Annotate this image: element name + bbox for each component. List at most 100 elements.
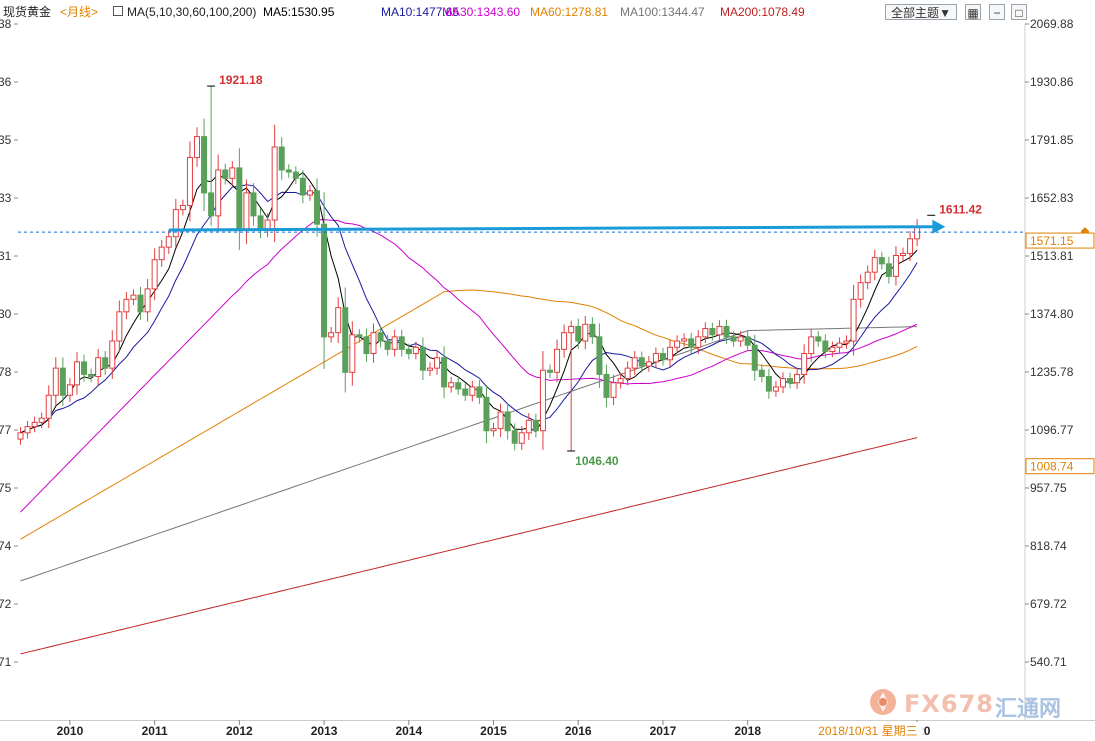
candle-body[interactable] (179, 204, 186, 211)
candle-body[interactable] (582, 323, 589, 342)
candle-body[interactable] (779, 378, 786, 388)
candle-body[interactable] (441, 357, 448, 388)
candle-body[interactable] (102, 357, 109, 369)
candle-body[interactable] (695, 336, 702, 348)
candle-body[interactable] (405, 348, 412, 355)
candle-body[interactable] (815, 336, 822, 342)
candle-body[interactable] (412, 346, 419, 355)
ma-params[interactable]: MA(5,10,30,60,100,200) (127, 0, 256, 24)
candle-body[interactable] (363, 336, 370, 355)
candle-body[interactable] (448, 382, 455, 388)
candle-body[interactable] (561, 332, 568, 350)
candle-body[interactable] (596, 336, 603, 375)
candle-body[interactable] (808, 336, 815, 355)
candle-body[interactable] (645, 361, 652, 367)
candle-body[interactable] (907, 238, 914, 254)
candle-body[interactable] (201, 136, 208, 194)
candle-body[interactable] (370, 332, 377, 355)
candle-body[interactable] (462, 388, 469, 396)
candle-body[interactable] (490, 428, 497, 432)
candle-body[interactable] (165, 236, 172, 248)
candle-body[interactable] (208, 192, 215, 217)
candle-body[interactable] (610, 382, 617, 398)
candle-body[interactable] (271, 146, 278, 221)
candle-body[interactable] (794, 373, 801, 384)
candle-body[interactable] (243, 192, 250, 231)
candle-body[interactable] (137, 294, 144, 313)
candle-body[interactable] (843, 340, 850, 344)
grid-toggle-button[interactable]: ▦ (965, 4, 981, 20)
candle-body[interactable] (335, 307, 342, 334)
candle-body[interactable] (349, 334, 356, 373)
candle-body[interactable] (589, 323, 596, 338)
candle-body[interactable] (151, 259, 158, 290)
candle-body[interactable] (476, 386, 483, 398)
candle-body[interactable] (455, 382, 462, 390)
candle-body[interactable] (398, 336, 405, 350)
candle-body[interactable] (215, 169, 222, 217)
candle-body[interactable] (638, 357, 645, 367)
candle-body[interactable] (659, 353, 666, 361)
candle-body[interactable] (144, 288, 151, 313)
candle-body[interactable] (73, 361, 80, 386)
indicator-icon[interactable] (113, 6, 123, 16)
candle-body[interactable] (539, 369, 546, 432)
candle-body[interactable] (377, 332, 384, 342)
candle-body[interactable] (314, 190, 321, 225)
candle-body[interactable] (702, 328, 709, 338)
candle-body[interactable] (299, 177, 306, 196)
candle-body[interactable] (857, 282, 864, 300)
candle-body[interactable] (758, 369, 765, 377)
candle-body[interactable] (554, 348, 561, 373)
candle-body[interactable] (194, 136, 200, 158)
candle-body[interactable] (730, 336, 737, 342)
candle-body[interactable] (38, 417, 45, 423)
candle-body[interactable] (765, 375, 772, 392)
candle-body[interactable] (356, 334, 363, 338)
candle-body[interactable] (328, 332, 335, 338)
candle-body[interactable] (130, 294, 137, 300)
candle-body[interactable] (59, 367, 66, 396)
candle-body[interactable] (95, 357, 102, 377)
restore-button[interactable]: □ (1011, 4, 1027, 20)
candle-body[interactable] (772, 386, 779, 392)
candle-body[interactable] (419, 346, 426, 371)
candle-body[interactable] (892, 254, 899, 277)
zoom-out-button[interactable]: − (989, 4, 1005, 20)
candle-body[interactable] (116, 311, 123, 342)
candle-body[interactable] (321, 223, 328, 338)
candle-body[interactable] (292, 171, 299, 179)
candle-body[interactable] (172, 209, 179, 238)
candle-body[interactable] (532, 419, 539, 432)
candle-body[interactable] (716, 325, 723, 336)
candle-body[interactable] (426, 367, 433, 371)
candle-body[interactable] (518, 432, 525, 444)
candle-body[interactable] (88, 373, 95, 377)
candle-body[interactable] (342, 307, 349, 373)
candle-body[interactable] (864, 271, 871, 284)
candle-body[interactable] (787, 378, 794, 384)
candle-body[interactable] (744, 336, 751, 346)
candle-body[interactable] (801, 353, 808, 375)
candle-body[interactable] (631, 357, 638, 369)
candle-body[interactable] (24, 426, 31, 434)
candle-body[interactable] (469, 386, 476, 396)
candle-body[interactable] (652, 353, 659, 363)
candle-body[interactable] (229, 167, 236, 179)
candle-body[interactable] (236, 167, 243, 231)
candle-body[interactable] (285, 169, 292, 173)
candle-body[interactable] (568, 325, 575, 334)
candle-body[interactable] (17, 432, 24, 440)
candle-body[interactable] (384, 340, 391, 350)
candle-body[interactable] (709, 328, 716, 336)
candle-body[interactable] (822, 340, 829, 352)
candle-body[interactable] (878, 257, 885, 265)
candle-body[interactable] (885, 263, 892, 277)
candle-body[interactable] (525, 419, 532, 434)
candle-body[interactable] (250, 192, 257, 217)
candle-body[interactable] (871, 257, 878, 273)
candle-body[interactable] (31, 421, 38, 428)
candle-body[interactable] (737, 336, 744, 342)
candle-body[interactable] (688, 338, 695, 348)
candlestick-chart[interactable]: 2069.88381930.86361791.85351652.83331513… (0, 0, 1095, 741)
